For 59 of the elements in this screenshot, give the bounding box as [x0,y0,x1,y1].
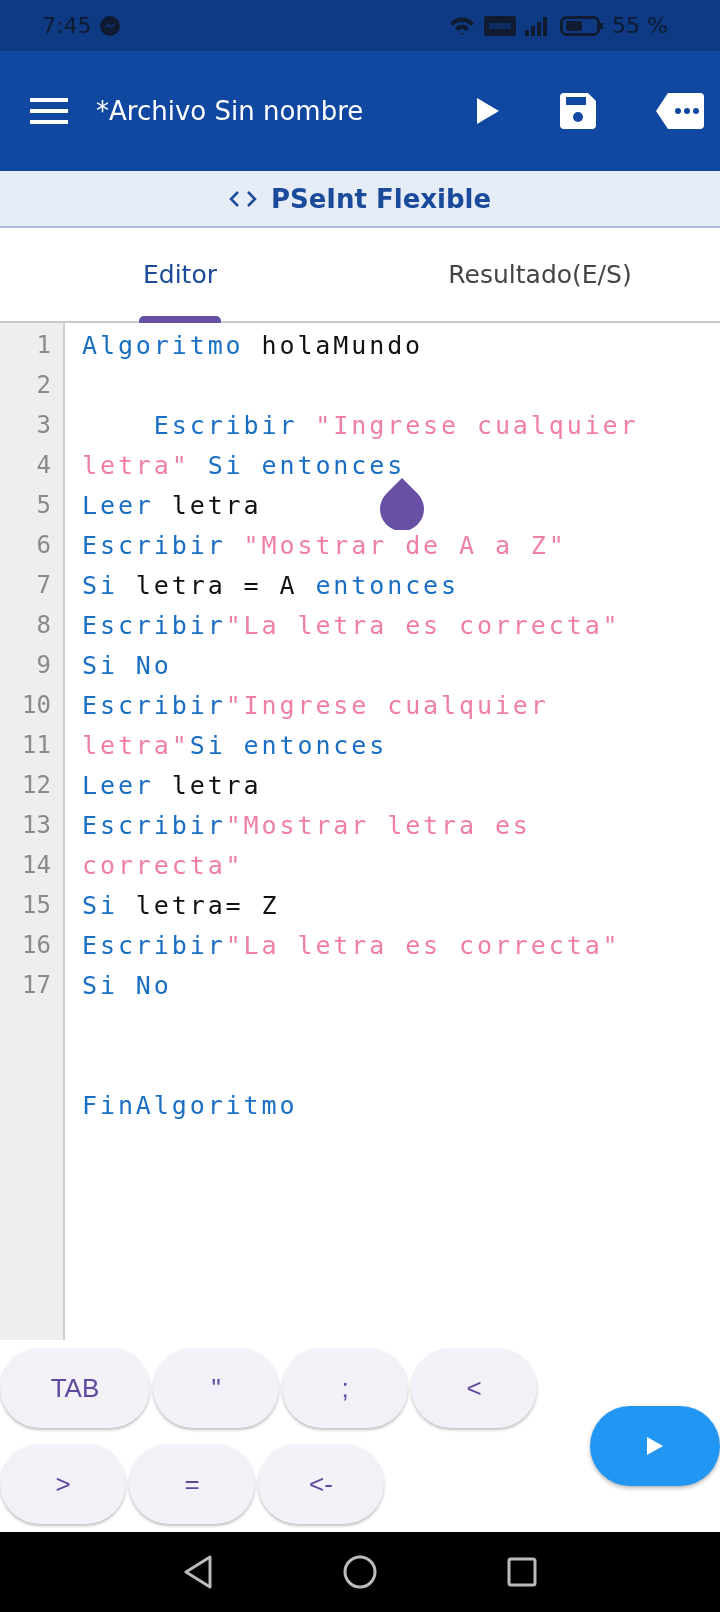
line-number: 9 [35,651,51,679]
code-line: Escribir"La letra es correcta" [82,610,621,640]
line-number: 16 [21,931,51,959]
symbol-key[interactable]: > [0,1444,126,1524]
recents-icon[interactable] [507,1557,537,1587]
battery-percent: 55 % [612,13,668,38]
line-number: 13 [21,811,51,839]
cursor-handle[interactable] [379,478,425,530]
code-line: Leer letra [82,770,262,800]
code-line: Si No [82,650,172,680]
line-number: 3 [35,411,51,439]
line-number: 7 [35,571,51,599]
code-line: Leer letra [82,490,262,520]
back-icon[interactable] [183,1555,213,1589]
line-number: 15 [21,891,51,919]
line-number: 12 [21,771,51,799]
more-options-icon[interactable] [656,93,704,129]
battery-icon [560,14,605,37]
symbol-key[interactable]: <- [258,1444,384,1524]
code-line: correcta" [82,850,244,880]
play-icon[interactable] [476,97,500,125]
volte-icon [484,14,517,37]
line-number: 17 [21,971,51,999]
code-line: Escribir "Mostrar de A a Z" [82,530,567,560]
line-number: 6 [35,531,51,559]
line-number: 4 [35,451,51,479]
menu-icon[interactable] [30,98,68,124]
code-line: Escribir "Ingrese cualquier [152,410,639,440]
save-icon[interactable] [560,93,596,129]
code-line: Algoritmo holaMundo [82,330,424,360]
code-line: Si No [82,970,172,1000]
symbol-key[interactable]: " [153,1348,279,1428]
code-icon [228,189,257,208]
line-number: 10 [21,691,51,719]
messenger-icon [99,14,122,37]
code-line: Escribir"La letra es correcta" [82,930,621,960]
subheader-title: PSeInt Flexible [270,183,492,214]
symbol-key[interactable]: < [411,1348,537,1428]
line-number: 2 [35,371,51,399]
code-line: letra" Si entonces [82,450,406,480]
line-number: 11 [21,731,51,759]
symbol-key[interactable]: TAB [0,1348,150,1428]
code-line: letra"Si entonces [82,730,388,760]
code-line: FinAlgoritmo [82,1090,298,1120]
code-line: Si letra= Z [82,890,280,920]
run-button[interactable] [590,1406,720,1486]
line-number: 1 [35,331,51,359]
symbol-key[interactable]: ; [282,1348,408,1428]
line-number: 14 [21,851,51,879]
code-line: Escribir"Mostrar letra es [82,810,531,840]
line-number: 8 [35,611,51,639]
line-number: 5 [35,491,51,519]
play-icon [647,1437,663,1455]
file-title: *Archivo Sin nombre [96,96,365,126]
home-icon[interactable] [343,1555,377,1589]
symbol-key[interactable]: = [129,1444,255,1524]
code-line: Escribir"Ingrese cualquier [82,690,549,720]
status-time: 7:45 [42,13,92,38]
code-line: Si letra = A entonces [82,570,459,600]
